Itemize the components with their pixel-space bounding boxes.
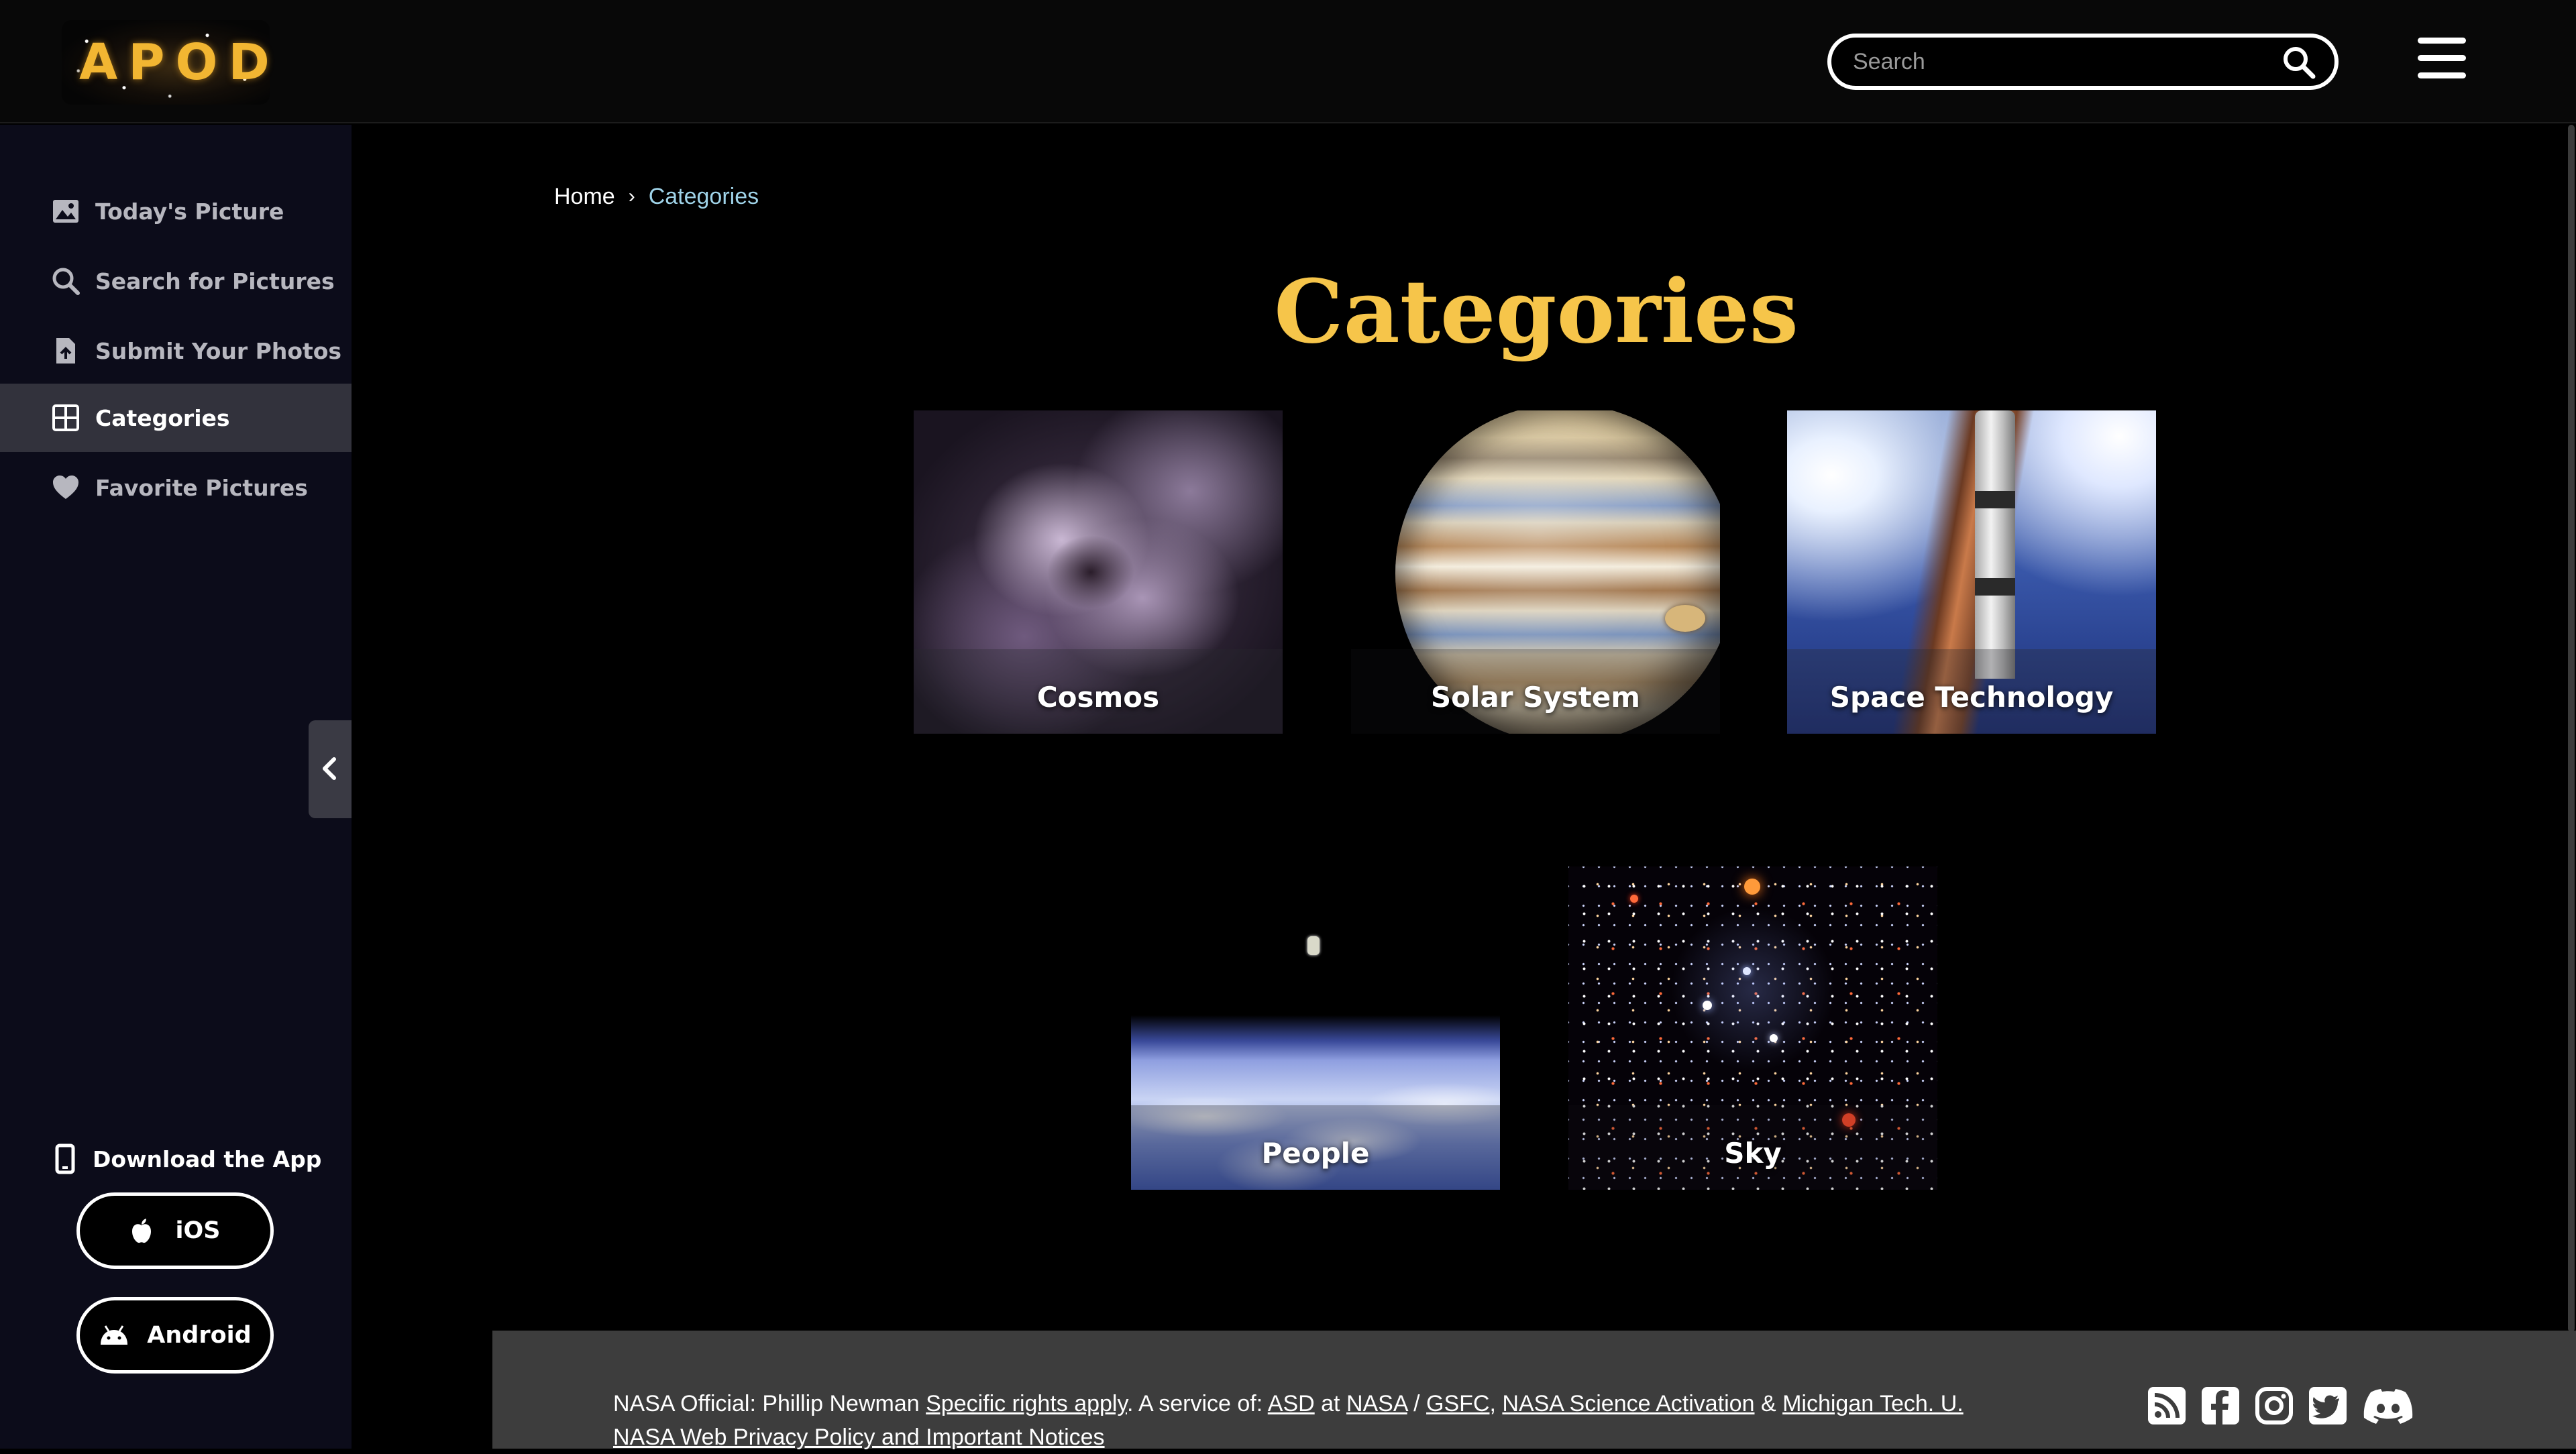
download-app-heading: Download the App: [54, 1139, 321, 1179]
search-box[interactable]: [1827, 34, 2339, 90]
category-label: People: [1261, 1137, 1370, 1170]
image-icon: [53, 200, 78, 223]
great-red-spot: [1665, 605, 1705, 632]
sidebar-item-label: Categories: [95, 404, 230, 431]
breadcrumb: Home › Categories: [554, 180, 759, 213]
bright-star: [1703, 1001, 1712, 1010]
category-label: Sky: [1724, 1137, 1782, 1170]
footer-slash: /: [1413, 1391, 1420, 1416]
category-label: Solar System: [1430, 681, 1641, 714]
rss-icon[interactable]: [2147, 1386, 2187, 1426]
top-bar: APOD: [0, 0, 2576, 123]
sidebar-item-label: Submit Your Photos: [95, 337, 342, 364]
sidebar-item-label: Favorite Pictures: [95, 474, 308, 501]
apod-logo[interactable]: APOD: [62, 20, 270, 105]
category-card-solar-system[interactable]: Solar System: [1351, 410, 1720, 734]
rights-link[interactable]: Specific rights apply: [926, 1391, 1127, 1416]
search-input[interactable]: [1853, 38, 2269, 86]
michigan-tech-link[interactable]: Michigan Tech. U.: [1782, 1391, 1964, 1416]
footer-ampersand: &: [1760, 1391, 1776, 1416]
grid-icon: [52, 404, 79, 431]
upload-file-icon: [56, 338, 75, 364]
asd-link[interactable]: ASD: [1268, 1391, 1315, 1416]
rocket-stripe: [1975, 578, 2015, 596]
nasa-science-activation-link[interactable]: NASA Science Activation: [1502, 1391, 1754, 1416]
instagram-icon[interactable]: [2254, 1386, 2294, 1426]
footer-at: at: [1321, 1391, 1340, 1416]
breadcrumb-home-link[interactable]: Home: [554, 184, 615, 210]
sidebar-item-search-for-pictures[interactable]: Search for Pictures: [0, 247, 352, 315]
bright-star: [1743, 967, 1751, 975]
android-icon: [101, 1325, 128, 1345]
breadcrumb-separator: ›: [628, 185, 635, 207]
sidebar-item-todays-picture[interactable]: Today's Picture: [0, 177, 352, 245]
bright-star: [1744, 879, 1760, 895]
footer-service-prefix: . A service of:: [1126, 1391, 1263, 1416]
rocket-shape: [1975, 410, 2015, 679]
sidebar-item-favorite-pictures[interactable]: Favorite Pictures: [0, 453, 352, 522]
footer: NASA Official: Phillip Newman Specific r…: [492, 1331, 2576, 1450]
chevron-left-icon: [323, 757, 336, 780]
nasa-link[interactable]: NASA: [1346, 1391, 1407, 1416]
smartphone-icon: [55, 1143, 75, 1174]
footer-official: NASA Official: Phillip Newman: [613, 1391, 920, 1416]
footer-credits: NASA Official: Phillip Newman Specific r…: [613, 1387, 2089, 1454]
logo-text: APOD: [79, 34, 280, 91]
sidebar-item-label: Today's Picture: [95, 198, 284, 225]
category-card-people[interactable]: People: [1131, 866, 1500, 1190]
sidebar-collapse-button[interactable]: [309, 720, 352, 818]
android-download-button[interactable]: Android: [76, 1297, 274, 1374]
ios-download-button[interactable]: iOS: [76, 1192, 274, 1269]
gsfc-link[interactable]: GSFC: [1426, 1391, 1489, 1416]
discord-icon[interactable]: [2361, 1386, 2415, 1426]
sidebar: Today's Picture Search for Pictures Subm…: [0, 125, 352, 1449]
hamburger-menu-icon[interactable]: [2418, 38, 2466, 79]
search-icon[interactable]: [2281, 44, 2317, 80]
bright-star: [1770, 1034, 1778, 1042]
ios-button-label: iOS: [175, 1217, 221, 1244]
rocket-stripe: [1975, 491, 2015, 508]
category-label: Cosmos: [1036, 681, 1160, 714]
page-title: Categories: [1274, 260, 1799, 363]
heart-icon: [53, 476, 78, 499]
category-card-space-technology[interactable]: Space Technology: [1787, 410, 2156, 734]
sidebar-item-submit-your-photos[interactable]: Submit Your Photos: [0, 317, 352, 385]
search-icon: [52, 268, 80, 295]
astronaut-figure: [1307, 936, 1320, 955]
android-button-label: Android: [147, 1322, 252, 1349]
sidebar-item-categories[interactable]: Categories: [0, 384, 352, 452]
category-label: Space Technology: [1829, 681, 2114, 714]
download-app-label: Download the App: [93, 1145, 322, 1172]
bright-star: [1630, 895, 1638, 903]
scrollbar-thumb[interactable]: [2568, 125, 2575, 1332]
category-card-cosmos[interactable]: Cosmos: [914, 410, 1283, 734]
footer-comma: ,: [1489, 1391, 1496, 1416]
sidebar-item-label: Search for Pictures: [95, 268, 335, 294]
twitter-icon[interactable]: [2308, 1386, 2348, 1426]
facebook-icon[interactable]: [2200, 1386, 2241, 1426]
breadcrumb-current: Categories: [648, 183, 759, 209]
category-card-sky[interactable]: Sky: [1568, 866, 1937, 1190]
privacy-policy-link[interactable]: NASA Web Privacy Policy and Important No…: [613, 1424, 1105, 1450]
apple-icon: [131, 1219, 151, 1243]
